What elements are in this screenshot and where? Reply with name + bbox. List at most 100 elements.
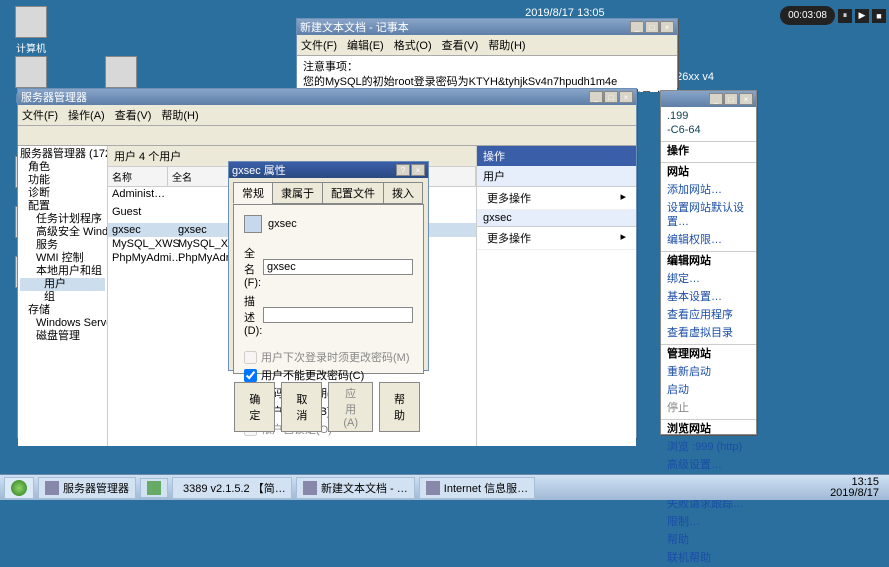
notepad-title: 新建文本文档 - 记事本 [300, 19, 409, 35]
actions-heading: 操作 [661, 141, 756, 160]
tree-tasksched[interactable]: 任务计划程序 [20, 213, 105, 226]
actions-sub-users: 用户 [477, 166, 636, 187]
tree-services[interactable]: 服务 [20, 239, 105, 252]
basic-settings-link[interactable]: 基本设置… [661, 288, 756, 306]
edit-perms-link[interactable]: 编辑权限… [661, 231, 756, 249]
tab-general[interactable]: 常规 [233, 182, 273, 204]
tab-dialin[interactable]: 拨入 [383, 182, 423, 204]
notepad-body[interactable]: 注意事项： 您的MySQL的初始root登录密码为KTYH&tyhjkSv4n7… [297, 56, 677, 92]
dlg-tabs[interactable]: 常规 隶属于 配置文件 拨入 [229, 178, 428, 204]
sites-heading: 网站 [661, 162, 756, 181]
tree-disk[interactable]: 磁盘管理 [20, 330, 105, 343]
fullname-input[interactable] [263, 259, 413, 275]
close-button[interactable]: × [411, 164, 425, 176]
close-button[interactable]: × [739, 93, 753, 105]
min-button[interactable]: _ [630, 21, 644, 33]
system-tray[interactable]: 13:15 2019/8/17 [824, 477, 885, 499]
menu-help[interactable]: 帮助(H) [161, 107, 198, 123]
online-help-link[interactable]: 联机帮助 [661, 549, 756, 567]
menu-format[interactable]: 格式(O) [394, 37, 432, 53]
dlg-titlebar[interactable]: gxsec 属性 ?× [229, 162, 428, 178]
tab-memberof[interactable]: 隶属于 [272, 182, 323, 204]
srvmgr-titlebar[interactable]: 服务器管理器 _□× [18, 89, 636, 105]
tree-pane[interactable]: 服务器管理器 (172_17_0_2) 角色 功能 诊断 配置 任务计划程序 高… [18, 146, 108, 446]
tree-config[interactable]: 配置 [20, 200, 105, 213]
view-apps-link[interactable]: 查看应用程序 [661, 306, 756, 324]
play-button[interactable]: ▶ [855, 9, 869, 23]
srvmgr-menubar[interactable]: 文件(F) 操作(A) 查看(V) 帮助(H) [18, 105, 636, 126]
max-button[interactable]: □ [645, 21, 659, 33]
menu-file[interactable]: 文件(F) [301, 37, 337, 53]
max-button[interactable]: □ [604, 91, 618, 103]
site-defaults-link[interactable]: 设置网站默认设置… [661, 199, 756, 231]
notepad-menubar[interactable]: 文件(F) 编辑(E) 格式(O) 查看(V) 帮助(H) [297, 35, 677, 56]
tree-storage[interactable]: 存储 [20, 304, 105, 317]
start-button[interactable] [4, 477, 34, 499]
min-button[interactable]: _ [589, 91, 603, 103]
taskbar-item[interactable]: 3389 v2.1.5.2 【简… [172, 477, 292, 499]
tree-backup[interactable]: Windows Server Backup [20, 317, 105, 330]
limits-link[interactable]: 限制… [661, 513, 756, 531]
actions-header: 操作 [477, 146, 636, 166]
bindings-link[interactable]: 绑定… [661, 270, 756, 288]
notepad-titlebar[interactable]: 新建文本文档 - 记事本 _□× [297, 19, 677, 35]
menu-edit[interactable]: 编辑(E) [347, 37, 384, 53]
tree-users[interactable]: 用户 [20, 278, 105, 291]
start-link[interactable]: 启动 [661, 381, 756, 399]
timer-badge: 00:03:08 [780, 6, 835, 25]
srvmgr-title: 服务器管理器 [21, 89, 87, 105]
taskbar-item[interactable]: 新建文本文档 - … [296, 477, 415, 499]
menu-view[interactable]: 查看(V) [115, 107, 152, 123]
help-link[interactable]: 帮助 [661, 531, 756, 549]
actions-pane[interactable]: 操作 用户 更多操作▸ gxsec 更多操作▸ [476, 146, 636, 446]
max-button[interactable]: □ [724, 93, 738, 105]
menu-action[interactable]: 操作(A) [68, 107, 105, 123]
browse-999-link[interactable]: 浏览 :999 (http) [661, 438, 756, 456]
chk-mustchange: 用户下次登录时须更改密码(M) [244, 349, 413, 365]
tab-profile[interactable]: 配置文件 [322, 182, 384, 204]
help-button[interactable]: 帮助 [379, 382, 420, 432]
menu-help[interactable]: 帮助(H) [488, 37, 525, 53]
taskbar-item[interactable]: Internet 信息服… [419, 477, 535, 499]
ok-button[interactable]: 确定 [234, 382, 275, 432]
pause-button[interactable]: ⏸ [838, 9, 852, 23]
tree-root[interactable]: 服务器管理器 (172_17_0_2) [20, 148, 105, 161]
apply-button[interactable]: 应用(A) [328, 382, 373, 432]
close-button[interactable]: × [660, 21, 674, 33]
tree-wmi[interactable]: WMI 控制 [20, 252, 105, 265]
menu-file[interactable]: 文件(F) [22, 107, 58, 123]
col-name[interactable]: 名称 [108, 167, 168, 186]
tree-groups[interactable]: 组 [20, 291, 105, 304]
advanced-settings-link[interactable]: 高级设置… [661, 456, 756, 474]
restart-link[interactable]: 重新启动 [661, 363, 756, 381]
dlg-body: gxsec 全名(F): 描述(D): 用户下次登录时须更改密码(M) 用户不能… [233, 204, 424, 374]
view-vdirs-link[interactable]: 查看虚拟目录 [661, 324, 756, 342]
stop-button[interactable]: ■ [872, 9, 886, 23]
tree-lusers[interactable]: 本地用户和组 [20, 265, 105, 278]
desktop-icon-computer[interactable]: 计算机 [6, 6, 56, 55]
tree-features[interactable]: 功能 [20, 174, 105, 187]
help-button[interactable]: ? [396, 164, 410, 176]
desc-input[interactable] [263, 307, 413, 323]
user-properties-dialog[interactable]: gxsec 属性 ?× 常规 隶属于 配置文件 拨入 gxsec 全名(F): … [228, 161, 429, 371]
actions-sub-gxsec: gxsec [477, 210, 636, 227]
tree-firewall[interactable]: 高级安全 Windows 防火墙 [20, 226, 105, 239]
taskbar-item[interactable] [140, 478, 168, 498]
more-actions-users[interactable]: 更多操作▸ [477, 187, 636, 210]
iis-actions-panel[interactable]: _□× .199 -C6-64 操作 网站 添加网站… 设置网站默认设置… 编辑… [660, 90, 757, 435]
taskbar-item[interactable]: 服务器管理器 [38, 477, 136, 499]
more-actions-gxsec[interactable]: 更多操作▸ [477, 227, 636, 250]
srvmgr-toolbar[interactable] [18, 126, 636, 146]
cancel-button[interactable]: 取消 [281, 382, 322, 432]
tree-roles[interactable]: 角色 [20, 161, 105, 174]
menu-view[interactable]: 查看(V) [442, 37, 479, 53]
add-site-link[interactable]: 添加网站… [661, 181, 756, 199]
min-button[interactable]: _ [709, 93, 723, 105]
edit-site-heading: 编辑网站 [661, 251, 756, 270]
notepad-window[interactable]: 新建文本文档 - 记事本 _□× 文件(F) 编辑(E) 格式(O) 查看(V)… [296, 18, 678, 88]
stop-link: 停止 [661, 399, 756, 417]
taskbar[interactable]: 服务器管理器 3389 v2.1.5.2 【简… 新建文本文档 - … Inte… [0, 474, 889, 500]
close-button[interactable]: × [619, 91, 633, 103]
dlg-buttons: 确定 取消 应用(A) 帮助 [229, 378, 428, 436]
tree-diag[interactable]: 诊断 [20, 187, 105, 200]
